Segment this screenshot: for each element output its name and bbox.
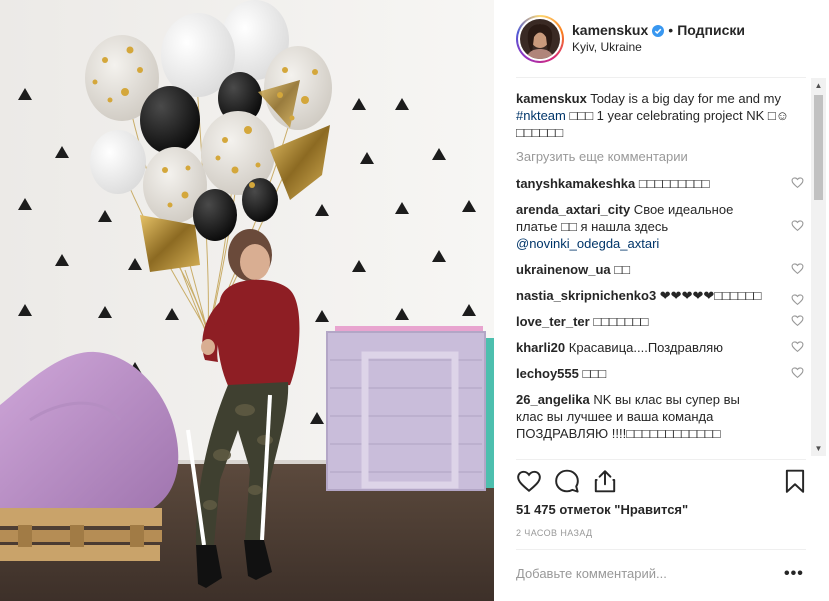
add-comment-input[interactable]: Добавьте комментарий...: [516, 566, 736, 581]
comments-scrollbar[interactable]: ▲ ▼: [811, 78, 826, 456]
caption-hashtag[interactable]: #nkteam: [516, 108, 566, 123]
comment-username[interactable]: love_ter_ter: [516, 314, 590, 329]
post-header: kamenskux • Подписки Kyiv, Ukraine: [516, 14, 806, 64]
comment-item: tanyshkamakeshka □□□□□□□□□: [516, 175, 806, 192]
scroll-down-arrow-icon[interactable]: ▼: [811, 441, 826, 456]
likes-count[interactable]: 51 475 отметок "Нравится": [516, 501, 688, 519]
comment-like-heart-icon[interactable]: [791, 314, 804, 327]
comment-username[interactable]: kharli20: [516, 340, 565, 355]
comment-mention-link[interactable]: @novinki_odegda_axtari: [516, 236, 659, 251]
comments-list[interactable]: kamenskux Today is a big day for me and …: [516, 90, 806, 458]
comment-item: 26_angelika NK вы клас вы супер вы клас …: [516, 391, 806, 442]
comment-text: ❤❤❤❤❤□□□□□□: [656, 288, 762, 303]
comment-like-heart-icon[interactable]: [791, 340, 804, 353]
comment-like-heart-icon[interactable]: [791, 219, 804, 232]
comment-input-divider: [516, 549, 806, 550]
post-photo[interactable]: [0, 0, 494, 601]
comment-username[interactable]: lechoy555: [516, 366, 579, 381]
header-divider: [516, 77, 806, 78]
comment-text: □□□□□□□: [589, 314, 649, 329]
avatar-image: [520, 19, 560, 59]
photo-image: [0, 0, 494, 601]
comment-like-heart-icon[interactable]: [791, 366, 804, 379]
comment-item: arenda_axtari_city Свое идеальное платье…: [516, 201, 806, 252]
post-caption: kamenskux Today is a big day for me and …: [516, 90, 806, 141]
comment-username[interactable]: 26_angelika: [516, 392, 590, 407]
header-text: kamenskux • Подписки Kyiv, Ukraine: [572, 22, 745, 56]
post-timestamp[interactable]: 2 часов назад: [516, 528, 593, 538]
avatar[interactable]: [516, 15, 564, 63]
post-sidebar: kamenskux • Подписки Kyiv, Ukraine kamen…: [494, 0, 829, 601]
scroll-thumb[interactable]: [814, 95, 823, 200]
more-options-button[interactable]: •••: [784, 565, 804, 583]
following-button[interactable]: Подписки: [677, 22, 745, 39]
comment-item: ukrainenow_ua □□: [516, 261, 806, 278]
share-icon[interactable]: [592, 468, 618, 494]
comment-username[interactable]: tanyshkamakeshka: [516, 176, 635, 191]
comment-item: love_ter_ter □□□□□□□: [516, 313, 806, 330]
comment-bubble-icon[interactable]: [554, 468, 580, 494]
actions-divider: [516, 459, 806, 460]
comment-like-heart-icon[interactable]: [791, 176, 804, 189]
verified-badge-icon: [652, 24, 665, 37]
avatar-inner: [518, 17, 562, 61]
comment-item: kharli20 Красавица....Поздравляю: [516, 339, 806, 356]
like-heart-icon[interactable]: [516, 468, 542, 494]
comment-text: □□□□□□□□□: [635, 176, 710, 191]
header-separator: •: [668, 22, 674, 38]
comment-item: nastia_skripnichenko3 ❤❤❤❤❤□□□□□□: [516, 287, 806, 306]
scroll-up-arrow-icon[interactable]: ▲: [811, 78, 826, 93]
caption-username[interactable]: kamenskux: [516, 91, 587, 106]
header-username[interactable]: kamenskux: [572, 22, 648, 39]
header-line: kamenskux • Подписки: [572, 22, 745, 39]
caption-text-before: Today is a big day for me and my: [586, 91, 781, 106]
comment-username[interactable]: ukrainenow_ua: [516, 262, 611, 277]
comment-text: Красавица....Поздравляю: [565, 340, 723, 355]
comment-username[interactable]: nastia_skripnichenko3: [516, 288, 656, 303]
comment-item: lechoy555 □□□: [516, 365, 806, 382]
comment-like-heart-icon[interactable]: [791, 262, 804, 275]
comment-username[interactable]: arenda_axtari_city: [516, 202, 630, 217]
post-actions: [516, 464, 808, 498]
load-more-comments-button[interactable]: Загрузить еще комментарии: [516, 148, 806, 166]
comment-text: □□□: [578, 366, 607, 381]
save-bookmark-icon[interactable]: [782, 468, 808, 494]
comment-like-heart-icon[interactable]: [791, 293, 804, 306]
location-link[interactable]: Kyiv, Ukraine: [572, 39, 745, 56]
comment-text: □□: [610, 262, 630, 277]
